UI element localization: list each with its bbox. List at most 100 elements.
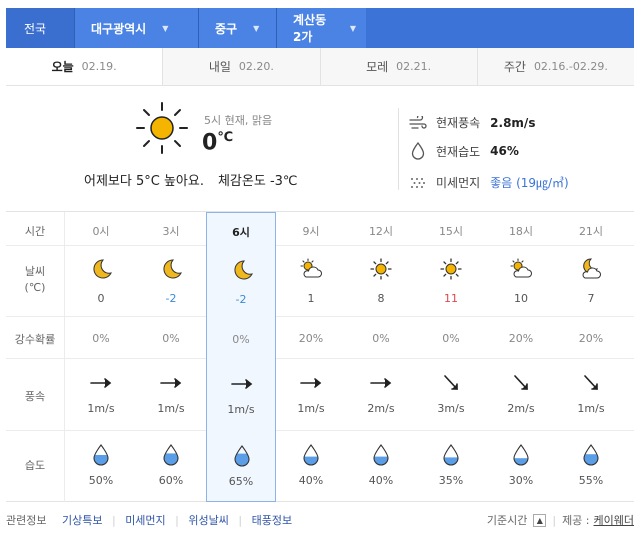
hourly-column: 21시 7 20% 1m/s 55% xyxy=(556,212,626,502)
hour-humidity: 55% xyxy=(578,474,604,487)
related-label: 관련정보 xyxy=(6,514,47,527)
current-humidity-stat: 현재습도 46% xyxy=(408,142,519,160)
wind-direction-icon xyxy=(439,375,463,391)
wind-direction-icon xyxy=(230,376,254,392)
humidity-drop-icon xyxy=(233,445,251,467)
current-temp-unit: ℃ xyxy=(217,130,234,145)
link-special-report[interactable]: 기상특보 xyxy=(62,514,102,527)
hourly-column: 18시 10 20% 2m/s 30% xyxy=(486,212,556,502)
link-satellite[interactable]: 위성날씨 xyxy=(188,514,228,527)
moon-icon xyxy=(230,259,254,281)
humidity-label: 현재습도 xyxy=(436,144,481,159)
dust-value[interactable]: 좋음 (19㎍/㎥) xyxy=(490,174,569,191)
row-label-time: 시간 xyxy=(24,225,46,238)
wind-direction-icon xyxy=(89,375,113,391)
divider xyxy=(64,212,65,502)
tab-today[interactable]: 오늘 02.19. xyxy=(6,48,163,85)
humidity-drop-icon xyxy=(92,444,110,466)
wind-icon xyxy=(408,115,428,130)
footer-meta: 기준시간 ▲ | 제공 : 케이웨더 xyxy=(486,512,634,528)
sun-icon xyxy=(136,102,188,154)
tab-label: 주간 xyxy=(503,60,526,74)
compare-yesterday: 어제보다 5°C 높아요. xyxy=(84,174,204,189)
hour-rain-prob: 0% xyxy=(92,332,110,345)
hour-rain-prob: 0% xyxy=(372,332,390,345)
hour-rain-prob: 20% xyxy=(298,332,324,345)
hour-wind-speed: 2m/s xyxy=(507,402,535,415)
row-label-weather-unit: (℃) xyxy=(24,281,46,294)
hour-rain-prob: 20% xyxy=(508,332,534,345)
hour-temp: 7 xyxy=(587,292,595,305)
location-city-dropdown[interactable]: 대구광역시 ▼ xyxy=(74,8,198,48)
location-dong-label: 계산동2가 xyxy=(293,13,327,44)
base-time-label: 기준시간 xyxy=(486,514,528,527)
feels-like: 체감온도 -3℃ xyxy=(217,174,298,189)
related-links: 관련정보 기상특보 | 미세먼지 | 위성날씨 | 태풍정보 xyxy=(6,514,293,527)
chevron-down-icon: ▼ xyxy=(253,23,260,33)
location-dong-dropdown[interactable]: 계산동2가 ▼ xyxy=(276,8,366,48)
humidity-drop-icon xyxy=(442,444,460,466)
tab-date: 02.16.-02.29. xyxy=(533,60,608,73)
current-time-status: 5시 현재, 맑음 xyxy=(204,114,273,127)
location-home-label: 전국 xyxy=(24,21,47,36)
wind-direction-icon xyxy=(299,375,323,391)
chevron-up-icon[interactable]: ▲ xyxy=(533,513,547,527)
chevron-down-icon: ▼ xyxy=(162,23,169,33)
tab-weekly[interactable]: 주간 02.16.-02.29. xyxy=(476,48,634,85)
hourly-forecast: 시간 날씨 (℃) 강수확률 풍속 습도 0시 0 0% 1m/s 50% 3시 -2 0% 1… xyxy=(6,212,634,502)
wind-direction-icon xyxy=(579,375,603,391)
footer: 관련정보 기상특보 | 미세먼지 | 위성날씨 | 태풍정보 기준시간 ▲ | … xyxy=(6,512,634,530)
link-fine-dust[interactable]: 미세먼지 xyxy=(125,514,165,527)
hour-wind-speed: 1m/s xyxy=(297,402,325,415)
dust-label: 미세먼지 xyxy=(436,176,481,190)
hourly-column: 9시 1 20% 1m/s 40% xyxy=(276,212,346,502)
provider-link[interactable]: 케이웨더 xyxy=(594,512,634,528)
hourly-column: 3시 -2 0% 1m/s 60% xyxy=(136,212,206,502)
hour-wind-speed: 1m/s xyxy=(227,403,255,416)
wind-value: 2.8m/s xyxy=(490,115,536,130)
water-drop-icon xyxy=(408,142,428,160)
sun-icon xyxy=(369,258,393,280)
location-bar: 전국 대구광역시 ▼ 중구 ▼ 계산동2가 ▼ xyxy=(6,8,634,48)
location-home[interactable]: 전국 xyxy=(6,8,74,48)
hour-humidity: 40% xyxy=(368,474,394,487)
row-label-rain: 강수확률 xyxy=(14,333,56,346)
hourly-column: 0시 0 0% 1m/s 50% xyxy=(66,212,136,502)
hour-rain-prob: 0% xyxy=(162,332,180,345)
hour-temp: -2 xyxy=(165,292,177,305)
tab-date: 02.19. xyxy=(81,60,117,73)
current-wind-stat: 현재풍속 2.8m/s xyxy=(408,114,535,131)
row-label-wind: 풍속 xyxy=(24,390,46,403)
hour-time: 18시 xyxy=(508,225,534,238)
hour-temp: 10 xyxy=(514,292,528,305)
hour-humidity: 50% xyxy=(88,474,114,487)
sun-icon xyxy=(439,258,463,280)
chevron-down-icon: ▼ xyxy=(349,23,356,33)
hour-humidity: 30% xyxy=(508,474,534,487)
hour-rain-prob: 0% xyxy=(232,333,250,346)
hour-time: 15시 xyxy=(438,225,464,238)
sun-cloud-icon xyxy=(509,258,533,280)
humidity-drop-icon xyxy=(162,444,180,466)
humidity-value: 46% xyxy=(490,144,519,158)
hour-wind-speed: 1m/s xyxy=(87,402,115,415)
hour-rain-prob: 0% xyxy=(442,332,460,345)
hour-temp: 0 xyxy=(97,292,105,305)
sun-cloud-icon xyxy=(299,258,323,280)
location-district-dropdown[interactable]: 중구 ▼ xyxy=(198,8,276,48)
hour-temp: 8 xyxy=(377,292,385,305)
tab-date: 02.20. xyxy=(238,60,274,73)
hour-wind-speed: 2m/s xyxy=(367,402,395,415)
link-typhoon[interactable]: 태풍정보 xyxy=(252,514,292,527)
location-district-label: 중구 xyxy=(215,21,238,36)
row-label-weather-text: 날씨 xyxy=(24,265,46,278)
tab-day-after[interactable]: 모레 02.21. xyxy=(319,48,477,85)
wind-direction-icon xyxy=(509,375,533,391)
hour-humidity: 40% xyxy=(298,474,324,487)
hour-time: 9시 xyxy=(302,225,320,238)
hour-humidity: 60% xyxy=(158,474,184,487)
wind-direction-icon xyxy=(369,375,393,391)
tab-tomorrow[interactable]: 내일 02.20. xyxy=(162,48,320,85)
location-city-label: 대구광역시 xyxy=(91,21,147,36)
current-temp-value: 0 xyxy=(202,130,218,156)
